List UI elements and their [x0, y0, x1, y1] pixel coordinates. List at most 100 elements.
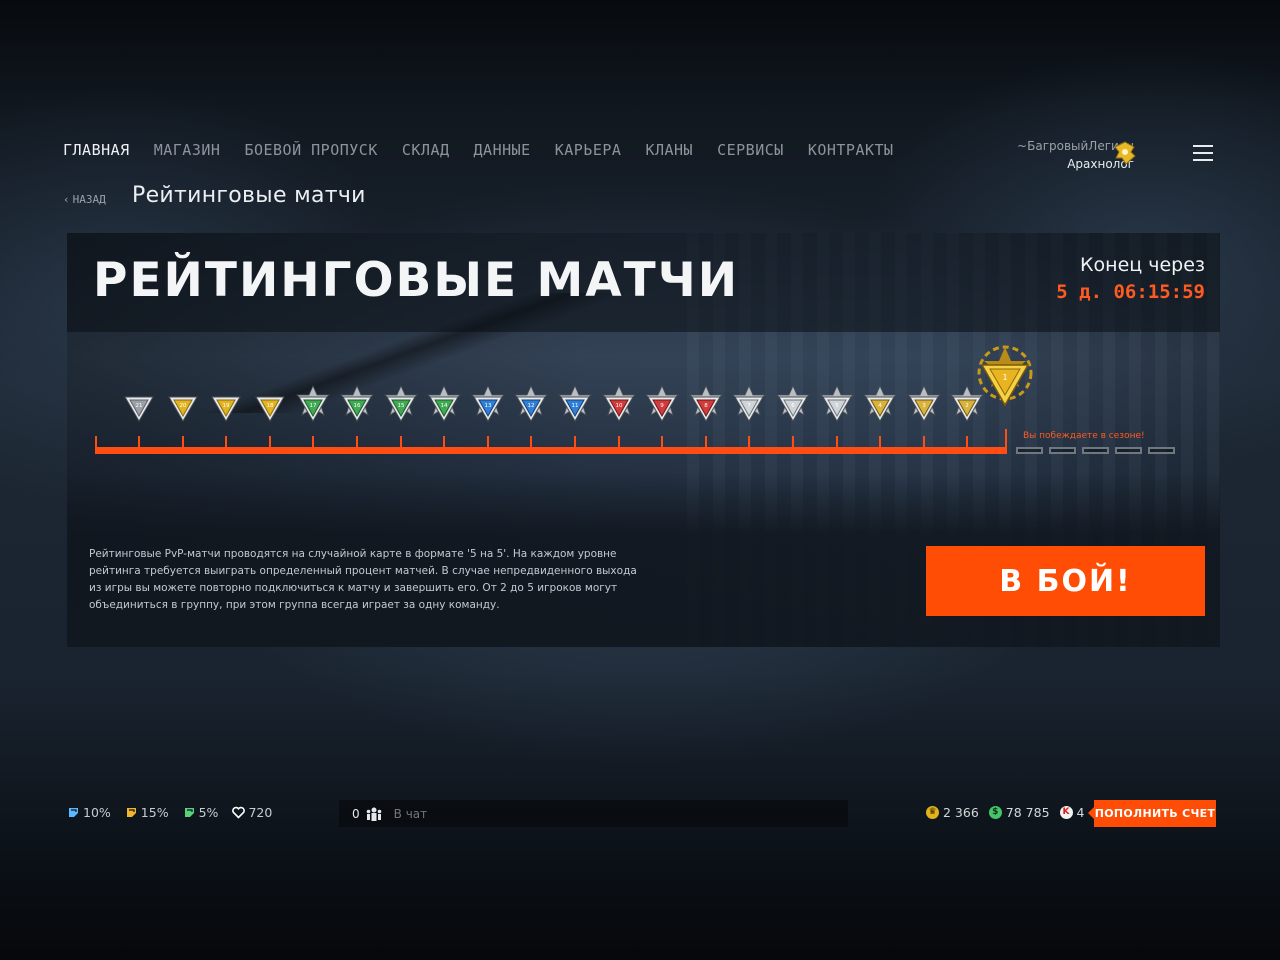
rank-number: 7 — [748, 403, 752, 409]
crowns-amount: 2 366 — [943, 805, 979, 820]
track-tick — [704, 436, 707, 449]
track-tick — [966, 436, 969, 449]
boost-value: 15% — [140, 805, 169, 820]
chevron-left-icon: ‹ — [63, 193, 70, 206]
track-tick — [225, 436, 228, 449]
boost-item[interactable]: 10% — [67, 805, 111, 820]
chat-input[interactable] — [393, 806, 794, 821]
rank-number: 10 — [615, 403, 622, 409]
xp-boost-icon — [69, 808, 78, 817]
track-tick — [95, 436, 97, 449]
boost-item[interactable]: 5% — [183, 805, 218, 820]
nav-item-7[interactable]: КЛАНЫ — [645, 141, 693, 159]
nav-item-4[interactable]: СКЛАД — [402, 141, 450, 159]
crown-icon: ♛ — [926, 806, 939, 819]
fight-button[interactable]: В БОЙ! — [926, 546, 1205, 616]
nav-item-6[interactable]: КАРЬЕРА — [555, 141, 622, 159]
nav-item-2[interactable]: МАГАЗИН — [154, 141, 221, 159]
rank-badge-15: 15 — [383, 385, 418, 422]
track-tick — [138, 436, 140, 449]
placement-slot — [1049, 447, 1076, 454]
page-title: Рейтинговые матчи — [132, 183, 366, 208]
nav-item-1[interactable]: ГЛАВНАЯ — [63, 141, 130, 159]
back-label: НАЗАД — [72, 193, 106, 206]
rank-number: 6 — [791, 403, 795, 409]
boosts-bar: 10% 15% 5% 720 — [67, 805, 272, 820]
rank-number: 13 — [484, 403, 491, 409]
rank-number: 14 — [441, 403, 448, 409]
rank-badge-9: 9 — [645, 385, 680, 422]
track-tick — [792, 436, 794, 449]
mode-description: Рейтинговые PvP-матчи проводятся на случ… — [89, 548, 637, 611]
track-tick — [181, 436, 184, 449]
rank-number: 21 — [136, 403, 143, 409]
placement-slots — [1016, 447, 1175, 454]
kredits-icon: K — [1059, 806, 1073, 819]
vip-heart-icon — [232, 806, 246, 819]
rank-number: 2 — [966, 403, 970, 409]
placement-slot — [1016, 447, 1043, 454]
nav-item-8[interactable]: СЕРВИСЫ — [717, 141, 784, 159]
current-rank-badge: 1 — [977, 345, 1033, 407]
boost-item[interactable]: 720 — [232, 805, 272, 820]
track-tick — [356, 436, 358, 449]
ranked-banner: РЕЙТИНГОВЫЕ МАТЧИ Конец через 5 д. 06:15… — [67, 233, 1220, 647]
online-count: 0 — [352, 806, 360, 821]
money-icon: $ — [988, 806, 1002, 819]
rank-badge-11: 11 — [557, 385, 593, 422]
rank-number: 15 — [397, 403, 404, 409]
rank-badge-7: 7 — [732, 385, 767, 422]
back-link[interactable]: ‹ НАЗАД — [63, 193, 106, 206]
track-tick — [486, 436, 489, 449]
rank-progress-bar — [95, 447, 1007, 454]
rank-badge-21: 21 — [124, 396, 154, 422]
main-nav: ГЛАВНАЯ МАГАЗИН БОЕВОЙ ПРОПУСК СКЛАД ДАННЫЕ К… — [63, 141, 918, 159]
rank-badge-6: 6 — [775, 385, 811, 422]
track-tick — [399, 436, 402, 449]
rank-number: 20 — [179, 403, 186, 409]
rank-badge-5: 5 — [819, 385, 854, 422]
gold-rank-icon[interactable] — [1112, 140, 1138, 166]
rank-badge-8: 8 — [688, 385, 723, 422]
rank-badge-18: 18 — [254, 396, 285, 422]
rank-badge-14: 14 — [427, 385, 462, 422]
rank-badge-17: 17 — [296, 385, 331, 422]
rank-number: 11 — [572, 403, 579, 409]
track-tick — [879, 436, 882, 449]
rank-number: 12 — [528, 403, 535, 409]
boost-item[interactable]: 15% — [125, 805, 169, 820]
top-up-button[interactable]: ПОПОЛНИТЬ СЧЕТ — [1088, 800, 1216, 827]
people-icon[interactable] — [366, 807, 382, 821]
wallet: ♛ 2 366 $78 785 K4 — [926, 805, 1085, 820]
placement-slot — [1148, 447, 1175, 454]
nav-item-5[interactable]: ДАННЫЕ — [474, 141, 531, 159]
track-tick — [268, 436, 271, 449]
boost-value: 10% — [83, 805, 111, 820]
rank-number: 9 — [660, 403, 664, 409]
rank-badge-19: 19 — [211, 396, 242, 422]
rank-number: 19 — [223, 403, 230, 409]
kredits-amount: 4 — [1076, 805, 1085, 820]
nav-item-3[interactable]: БОЕВОЙ ПРОПУСК — [244, 141, 377, 159]
rank-number: 4 — [878, 403, 882, 409]
money-boost-icon — [126, 808, 136, 817]
rank-badge-10: 10 — [601, 385, 636, 422]
track-tick — [1005, 429, 1007, 449]
hamburger-icon[interactable] — [1193, 145, 1213, 161]
track-tick — [312, 436, 315, 449]
rank-badge-3: 3 — [906, 385, 941, 422]
current-rank-number: 1 — [1002, 373, 1007, 382]
track-tick — [922, 436, 925, 449]
boost-value: 720 — [248, 805, 273, 820]
rank-badge-12: 12 — [514, 385, 549, 422]
sp-boost-icon — [184, 808, 194, 817]
placement-slot — [1115, 447, 1142, 454]
chat-bar[interactable]: 0 — [339, 800, 848, 827]
rank-number: 17 — [310, 403, 317, 409]
nav-item-9[interactable]: КОНТРАКТЫ — [808, 141, 894, 159]
track-tick — [835, 436, 838, 449]
rank-number: 8 — [704, 403, 708, 409]
track-tick — [617, 436, 620, 449]
money-amount: 78 785 — [1005, 805, 1050, 820]
track-tick — [748, 436, 751, 449]
